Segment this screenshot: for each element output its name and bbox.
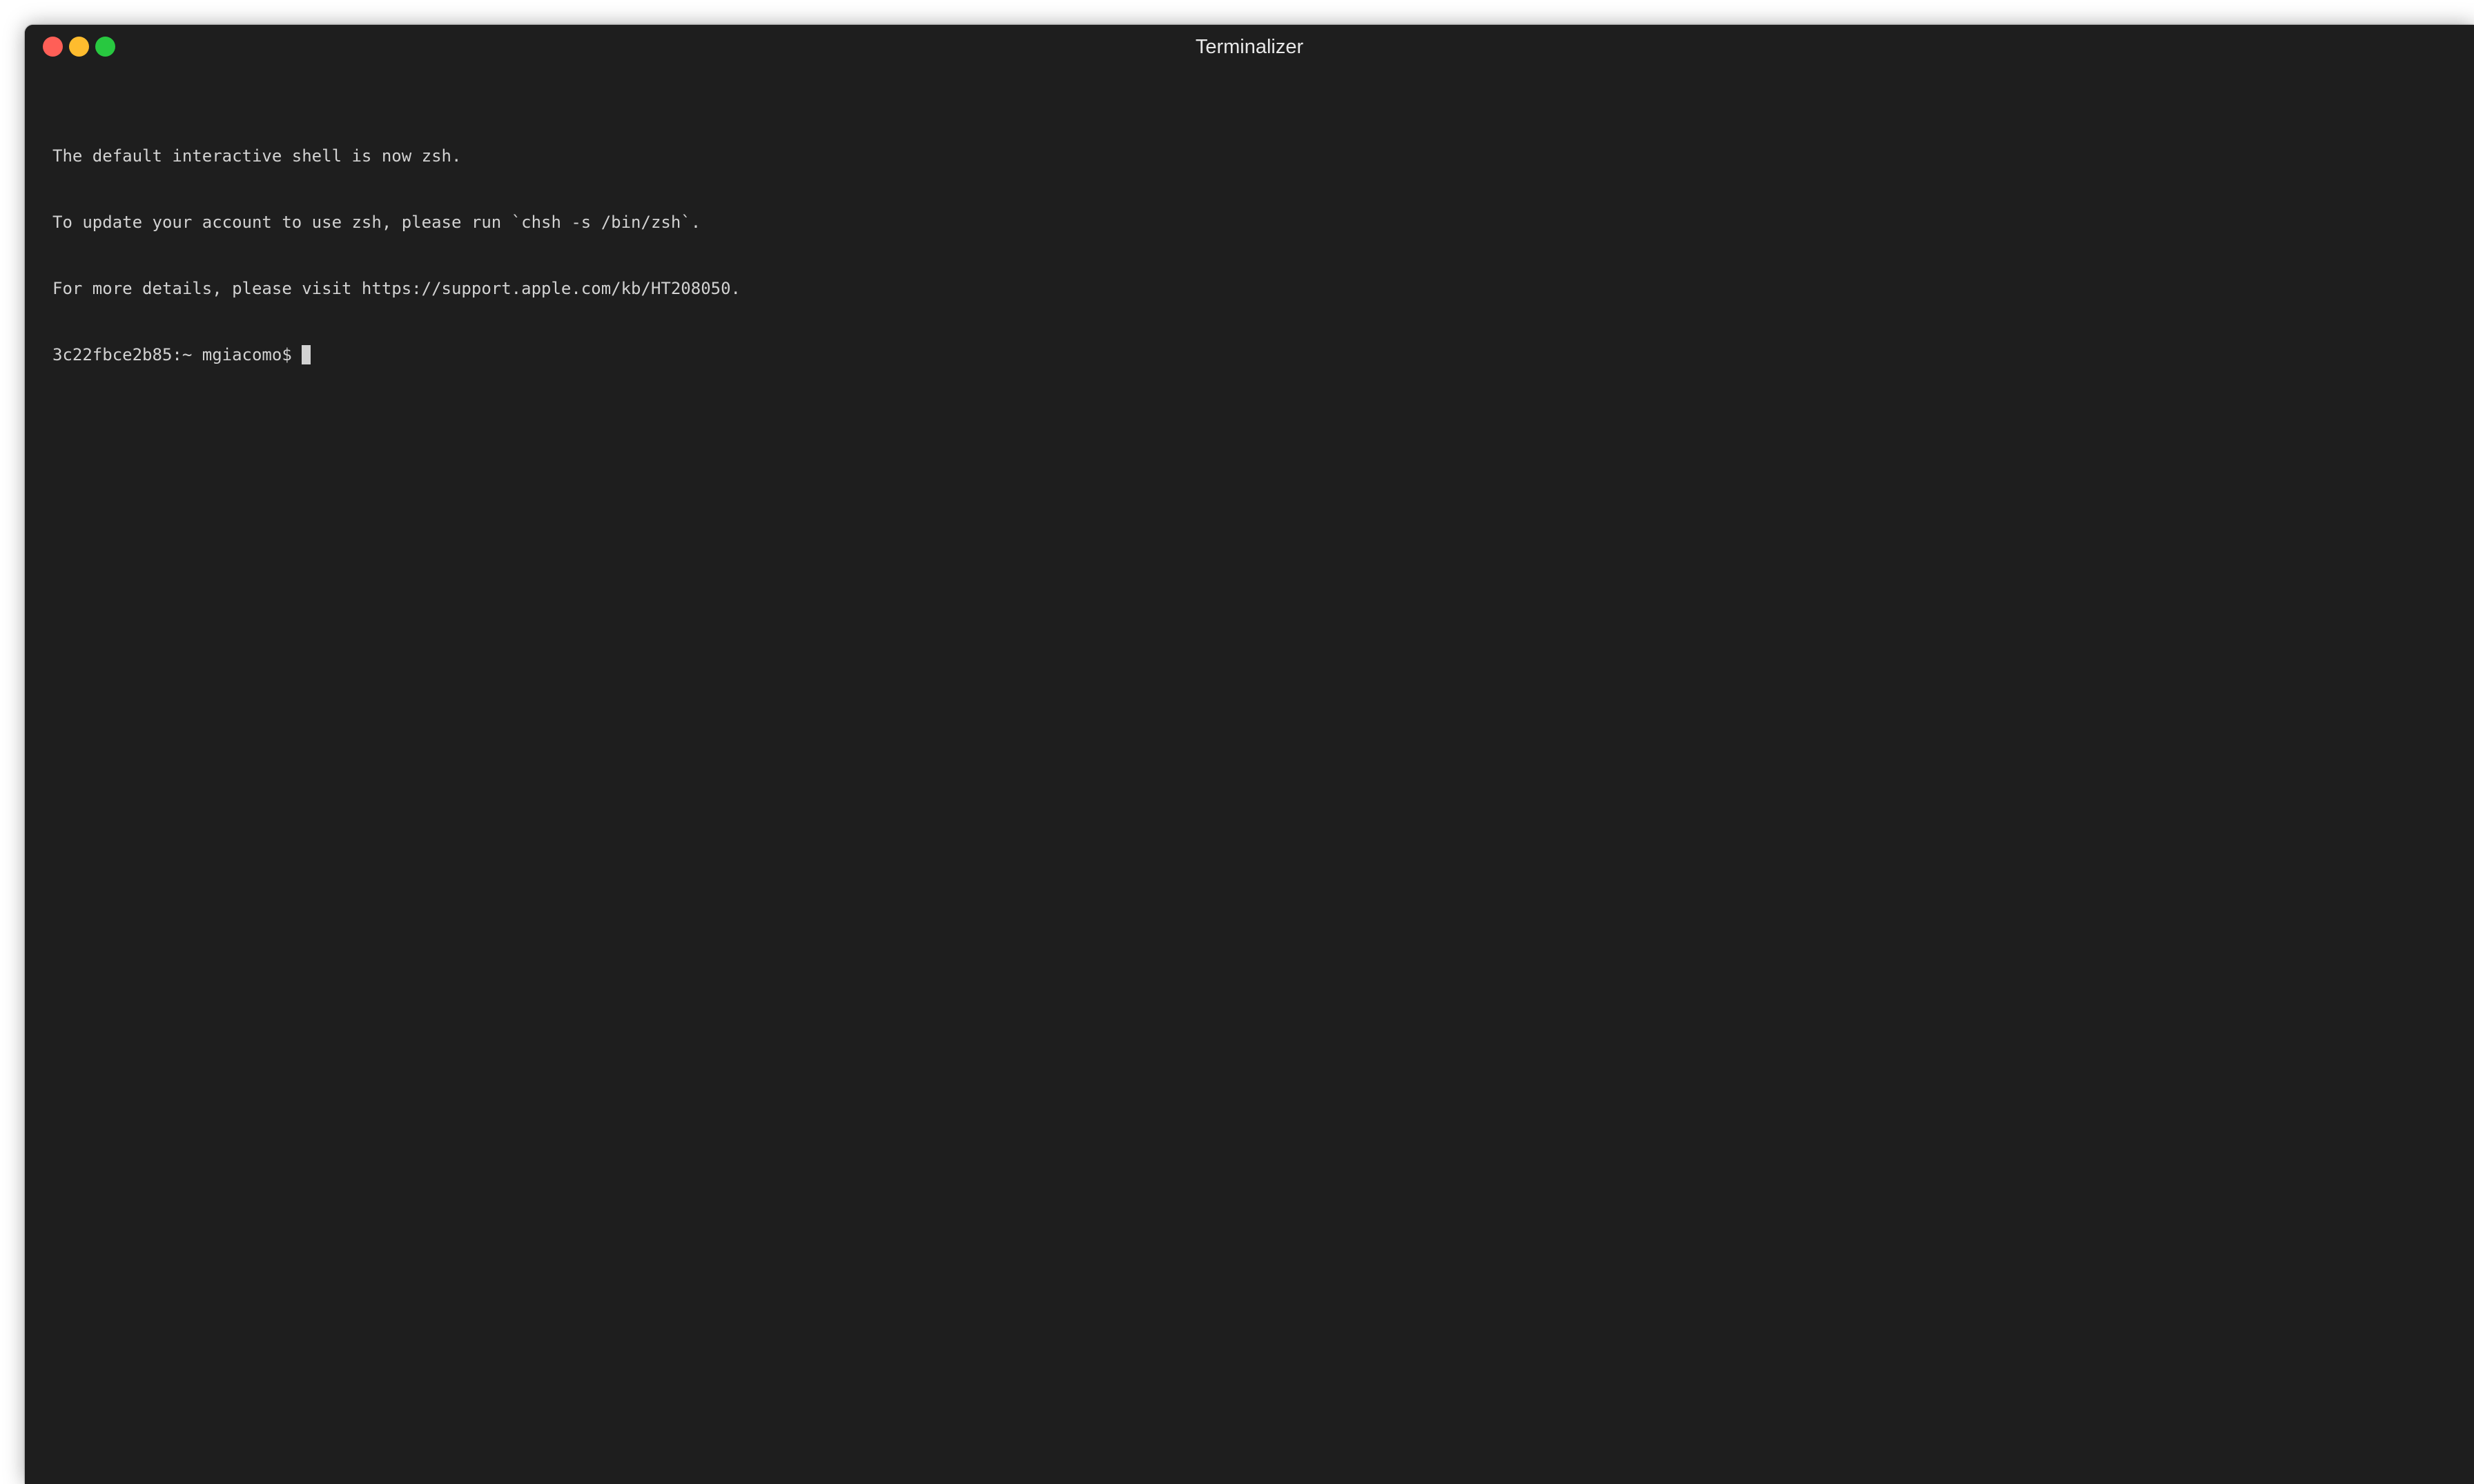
window-title: Terminalizer: [1195, 36, 1304, 58]
title-bar[interactable]: Terminalizer: [25, 25, 2474, 70]
terminal-line: The default interactive shell is now zsh…: [52, 146, 462, 166]
terminal-window: Terminalizer The default interactive she…: [25, 25, 2474, 1484]
terminal-output[interactable]: The default interactive shell is now zsh…: [52, 101, 2446, 1470]
text-cursor: [301, 345, 311, 364]
prompt-line[interactable]: 3c22fbce2b85:~ mgiacomo$: [52, 344, 2446, 366]
terminal-line: For more details, please visit https://s…: [52, 279, 741, 298]
terminal-line: To update your account to use zsh, pleas…: [52, 213, 701, 232]
shell-prompt: 3c22fbce2b85:~ mgiacomo$: [52, 345, 292, 364]
